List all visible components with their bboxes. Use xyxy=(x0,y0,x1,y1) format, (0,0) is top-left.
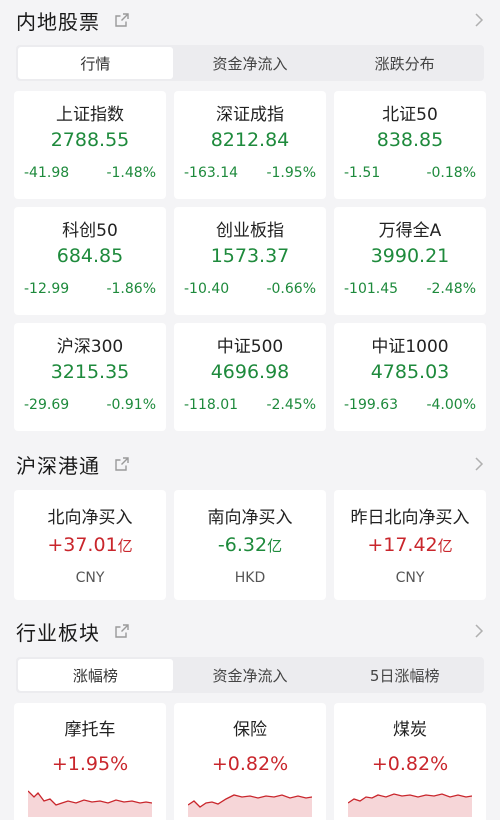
tab-top-gainers[interactable]: 涨幅榜 xyxy=(18,659,173,691)
tab-5day-gainers[interactable]: 5日涨幅榜 xyxy=(327,659,482,691)
sector-sparkline xyxy=(28,790,152,817)
sector-change-pct: +1.95% xyxy=(51,753,129,775)
sectors-tabs: 涨幅榜 资金净流入 5日涨幅榜 xyxy=(16,657,484,693)
index-card[interactable]: 创业板指 1573.37 -10.40 -0.66% xyxy=(174,207,326,315)
index-name: 沪深300 xyxy=(56,337,124,357)
unit-label: 亿 xyxy=(437,537,453,555)
index-name: 万得全A xyxy=(378,221,442,241)
tab-net-inflow[interactable]: 资金净流入 xyxy=(173,659,328,691)
unit-label: 亿 xyxy=(117,537,133,555)
index-change: -29.69 xyxy=(24,397,70,413)
sector-change-pct: +0.82% xyxy=(371,753,449,775)
index-change: -1.51 xyxy=(344,165,381,181)
index-card[interactable]: 万得全A 3990.21 -101.45 -2.48% xyxy=(334,207,486,315)
tab-net-inflow[interactable]: 资金净流入 xyxy=(173,47,328,79)
index-card[interactable]: 北证50 838.85 -1.51 -0.18% xyxy=(334,91,486,199)
index-value: 4696.98 xyxy=(210,361,290,383)
index-name: 中证500 xyxy=(216,337,284,357)
index-value: 4785.03 xyxy=(370,361,450,383)
index-value: 8212.84 xyxy=(210,129,290,151)
index-change: -41.98 xyxy=(24,165,70,181)
connect-value: -6.32亿 xyxy=(217,534,283,556)
index-name: 创业板指 xyxy=(216,221,284,241)
index-change: -163.14 xyxy=(184,165,239,181)
index-name: 科创50 xyxy=(62,221,118,241)
chevron-right-icon[interactable] xyxy=(474,456,484,472)
share-icon[interactable] xyxy=(114,623,130,639)
index-change-pct: -2.48% xyxy=(426,281,476,297)
sector-card[interactable]: 保险 +0.82% xyxy=(174,703,326,820)
index-change-pct: -0.66% xyxy=(266,281,316,297)
index-change: -101.45 xyxy=(344,281,399,297)
sector-name: 摩托车 xyxy=(64,720,116,740)
mainland-section-title: 内地股票 xyxy=(16,9,100,34)
index-card[interactable]: 上证指数 2788.55 -41.98 -1.48% xyxy=(14,91,166,199)
connect-grid: 北向净买入 +37.01亿 CNY 南向净买入 -6.32亿 HKD 昨日北向净… xyxy=(14,490,486,600)
index-change: -199.63 xyxy=(344,397,399,413)
index-card[interactable]: 沪深300 3215.35 -29.69 -0.91% xyxy=(14,323,166,431)
index-card[interactable]: 中证500 4696.98 -118.01 -2.45% xyxy=(174,323,326,431)
index-name: 深证成指 xyxy=(216,105,284,125)
mainland-tabs: 行情 资金净流入 涨跌分布 xyxy=(16,45,484,81)
tab-quotes[interactable]: 行情 xyxy=(18,47,173,79)
unit-label: 亿 xyxy=(267,537,283,555)
index-value: 838.85 xyxy=(376,129,444,151)
index-card[interactable]: 科创50 684.85 -12.99 -1.86% xyxy=(14,207,166,315)
sector-change-pct: +0.82% xyxy=(211,753,289,775)
index-value: 2788.55 xyxy=(50,129,130,151)
index-name: 中证1000 xyxy=(371,337,449,357)
connect-card-yesterday-northbound[interactable]: 昨日北向净买入 +17.42亿 CNY xyxy=(334,490,486,600)
index-value: 1573.37 xyxy=(210,245,290,267)
index-grid: 上证指数 2788.55 -41.98 -1.48% 深证成指 8212.84 … xyxy=(14,91,486,431)
sectors-section-header[interactable]: 行业板块 xyxy=(0,611,500,651)
sector-card[interactable]: 煤炭 +0.82% xyxy=(334,703,486,820)
currency-label: CNY xyxy=(75,570,105,586)
index-change-pct: -0.18% xyxy=(426,165,476,181)
sector-name: 煤炭 xyxy=(393,720,427,740)
tab-distribution[interactable]: 涨跌分布 xyxy=(327,47,482,79)
sector-name: 保险 xyxy=(233,720,267,740)
connect-value: +17.42亿 xyxy=(367,534,453,556)
index-change: -10.40 xyxy=(184,281,230,297)
index-value: 684.85 xyxy=(56,245,124,267)
connect-section-header[interactable]: 沪深港通 xyxy=(0,444,500,484)
currency-label: CNY xyxy=(395,570,425,586)
index-value: 3990.21 xyxy=(370,245,450,267)
index-name: 北证50 xyxy=(382,105,438,125)
index-change-pct: -4.00% xyxy=(426,397,476,413)
chevron-right-icon[interactable] xyxy=(474,623,484,639)
connect-name: 南向净买入 xyxy=(207,508,293,528)
connect-card-southbound[interactable]: 南向净买入 -6.32亿 HKD xyxy=(174,490,326,600)
sector-card[interactable]: 摩托车 +1.95% xyxy=(14,703,166,820)
sector-sparkline xyxy=(188,794,312,817)
share-icon[interactable] xyxy=(114,12,130,28)
index-change-pct: -1.86% xyxy=(106,281,156,297)
index-change-pct: -0.91% xyxy=(106,397,156,413)
connect-value: +37.01亿 xyxy=(47,534,133,556)
index-card[interactable]: 中证1000 4785.03 -199.63 -4.00% xyxy=(334,323,486,431)
connect-name: 北向净买入 xyxy=(47,508,133,528)
currency-label: HKD xyxy=(234,570,266,586)
index-change-pct: -1.95% xyxy=(266,165,316,181)
connect-section-title: 沪深港通 xyxy=(16,453,100,478)
mainland-section-header[interactable]: 内地股票 xyxy=(0,0,500,40)
index-change: -118.01 xyxy=(184,397,239,413)
index-value: 3215.35 xyxy=(50,361,130,383)
index-change: -12.99 xyxy=(24,281,70,297)
connect-name: 昨日北向净买入 xyxy=(350,508,470,528)
index-card[interactable]: 深证成指 8212.84 -163.14 -1.95% xyxy=(174,91,326,199)
connect-card-northbound[interactable]: 北向净买入 +37.01亿 CNY xyxy=(14,490,166,600)
share-icon[interactable] xyxy=(114,456,130,472)
sectors-section-title: 行业板块 xyxy=(16,620,100,645)
sector-grid: 摩托车 +1.95% 保险 +0.82% 煤炭 +0.82% xyxy=(14,703,486,820)
chevron-right-icon[interactable] xyxy=(474,12,484,28)
index-name: 上证指数 xyxy=(56,105,124,125)
index-change-pct: -1.48% xyxy=(106,165,156,181)
index-change-pct: -2.45% xyxy=(266,397,316,413)
sector-sparkline xyxy=(348,793,472,817)
